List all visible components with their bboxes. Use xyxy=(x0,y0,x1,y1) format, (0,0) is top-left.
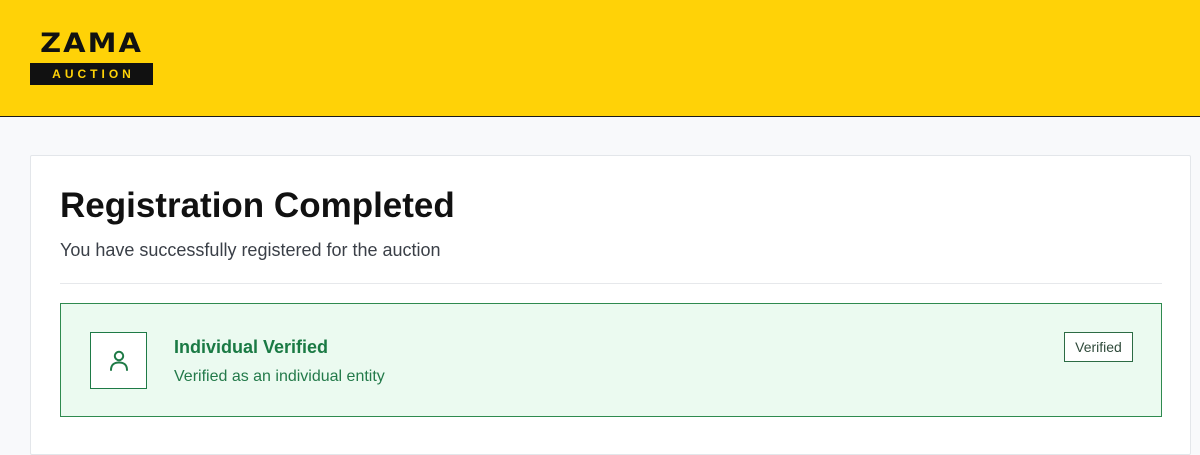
top-header: ZAMA AUCTION xyxy=(0,0,1200,117)
page-title: Registration Completed xyxy=(60,186,455,225)
status-badge: Verified xyxy=(1064,332,1133,362)
divider xyxy=(60,283,1162,284)
page-subtitle: You have successfully registered for the… xyxy=(60,240,441,260)
registration-card: Registration Completed You have successf… xyxy=(30,155,1191,455)
verification-title: Individual Verified xyxy=(174,337,329,357)
logo-wordmark: ZAMA xyxy=(40,27,143,59)
avatar xyxy=(90,332,147,389)
verification-status-panel: Individual Verified Verified as an indiv… xyxy=(60,303,1162,417)
user-icon xyxy=(110,350,128,371)
verification-description: Verified as an individual entity xyxy=(174,368,385,385)
logo-subtitle: AUCTION xyxy=(30,63,153,85)
zama-auction-logo[interactable]: ZAMA AUCTION xyxy=(30,28,153,86)
